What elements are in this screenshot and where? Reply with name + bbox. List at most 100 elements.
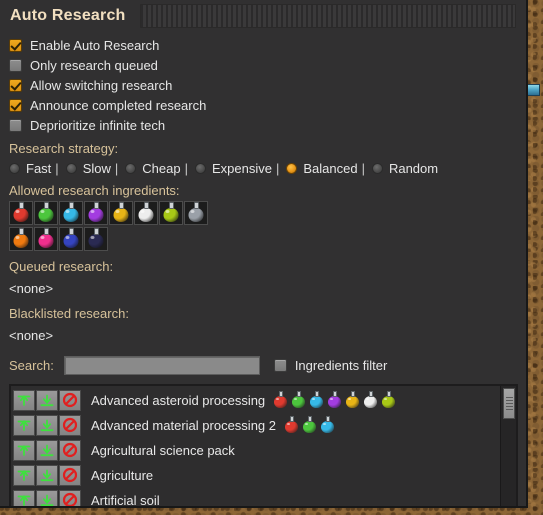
search-label: Search: xyxy=(9,357,54,373)
option-row-allow-switching-research[interactable]: Allow switching research xyxy=(9,75,526,95)
technology-name: Advanced material processing 2 xyxy=(91,417,276,433)
option-label: Deprioritize infinite tech xyxy=(30,117,166,133)
queue-top-button[interactable] xyxy=(13,464,35,486)
table-row[interactable]: Agricultural science pack xyxy=(13,438,500,462)
ingredient-logistic-science-pack[interactable] xyxy=(34,201,58,225)
technology-list-scrollbar[interactable] xyxy=(500,386,516,506)
ingredient-space-science-pack[interactable] xyxy=(84,227,108,251)
radio-label-random[interactable]: Random xyxy=(389,161,438,176)
ingredient-cryogenic-science-pack[interactable] xyxy=(34,227,58,251)
option-row-only-research-queued[interactable]: Only research queued xyxy=(9,55,526,75)
queue-top-icon xyxy=(16,468,32,483)
queue-top-icon xyxy=(16,443,32,458)
ingredient-cell xyxy=(272,390,290,410)
ingredient-cell xyxy=(344,390,362,410)
science-flask-icon xyxy=(13,208,29,222)
ingredient-promethium-science-pack[interactable] xyxy=(59,227,83,251)
checkbox-deprioritize-infinite-tech[interactable] xyxy=(9,118,22,132)
research-strategy-radios: Fast | Slow | Cheap | Expensive | Balanced | Rando… xyxy=(9,159,526,177)
blacklist-icon xyxy=(62,417,78,433)
blacklist-icon xyxy=(62,442,78,458)
option-row-enable-auto-research[interactable]: Enable Auto Research xyxy=(9,35,526,55)
option-row-announce-completed-research[interactable]: Announce completed research xyxy=(9,95,526,115)
ingredient-production-science-pack[interactable] xyxy=(109,201,133,225)
option-label: Enable Auto Research xyxy=(30,37,160,53)
queue-bottom-button[interactable] xyxy=(36,414,58,436)
radio-slow[interactable] xyxy=(65,162,77,174)
radio-balanced[interactable] xyxy=(286,162,298,174)
blacklist-button[interactable] xyxy=(59,414,81,436)
ingredient-cell xyxy=(283,415,301,435)
radio-expensive[interactable] xyxy=(194,162,206,174)
technology-list-panel: Advanced asteroid processing Advanced mat… xyxy=(9,384,518,506)
blacklist-button[interactable] xyxy=(59,489,81,506)
radio-random[interactable] xyxy=(371,162,383,174)
science-flask-icon xyxy=(38,208,54,222)
queue-bottom-button[interactable] xyxy=(36,439,58,461)
radio-separator: | xyxy=(184,160,188,176)
queue-top-icon xyxy=(16,393,32,408)
ingredient-utility-science-pack[interactable] xyxy=(134,201,158,225)
row-action-buttons xyxy=(13,389,82,411)
queue-top-button[interactable] xyxy=(13,489,35,506)
checkbox-allow-switching-research[interactable] xyxy=(9,78,22,92)
radio-label-expensive[interactable]: Expensive xyxy=(212,161,272,176)
radio-cheap[interactable] xyxy=(125,162,137,174)
option-label: Announce completed research xyxy=(30,97,207,113)
search-input[interactable] xyxy=(64,357,259,374)
queue-bottom-button[interactable] xyxy=(36,489,58,506)
queue-top-button[interactable] xyxy=(13,439,35,461)
science-flask-icon xyxy=(346,396,360,408)
option-row-deprioritize-infinite-tech[interactable]: Deprioritize infinite tech xyxy=(9,115,526,135)
table-row[interactable]: Advanced material processing 2 xyxy=(13,413,500,437)
checkbox-only-research-queued[interactable] xyxy=(9,58,22,72)
search-input-wrap[interactable] xyxy=(63,355,260,375)
radio-label-cheap[interactable]: Cheap xyxy=(142,161,180,176)
blacklist-button[interactable] xyxy=(59,439,81,461)
blacklist-button[interactable] xyxy=(59,389,81,411)
table-row[interactable]: Agriculture xyxy=(13,463,500,487)
blacklist-button[interactable] xyxy=(59,464,81,486)
ingredient-cell xyxy=(380,390,398,410)
radio-label-slow[interactable]: Slow xyxy=(83,161,111,176)
queue-top-button[interactable] xyxy=(13,414,35,436)
technology-list-rows: Advanced asteroid processing Advanced mat… xyxy=(11,386,500,506)
science-flask-icon xyxy=(310,396,324,408)
queue-top-button[interactable] xyxy=(13,389,35,411)
page-title: Auto Research xyxy=(10,6,126,24)
ingredient-military-science-pack[interactable] xyxy=(84,201,108,225)
science-flask-icon xyxy=(88,208,104,222)
ingredient-agricultural-science-pack[interactable] xyxy=(159,201,183,225)
blacklisted-research-heading: Blacklisted research: xyxy=(9,306,129,321)
ingredient-electromagnetic-science-pack[interactable] xyxy=(9,227,33,251)
technology-name: Agriculture xyxy=(91,467,154,483)
science-flask-icon xyxy=(382,396,396,408)
checkbox-announce-completed-research[interactable] xyxy=(9,98,22,112)
science-flask-icon xyxy=(63,234,79,248)
window-drag-handle[interactable] xyxy=(139,3,516,28)
ingredient-automation-science-pack[interactable] xyxy=(9,201,33,225)
table-row[interactable]: Artificial soil xyxy=(13,488,500,506)
radio-label-fast[interactable]: Fast xyxy=(26,161,51,176)
allowed-ingredients-heading: Allowed research ingredients: xyxy=(9,183,180,198)
technology-ingredients xyxy=(283,415,337,435)
science-flask-icon xyxy=(303,421,316,433)
science-flask-icon xyxy=(328,396,342,408)
queue-top-icon xyxy=(16,418,32,433)
science-flask-icon xyxy=(285,421,298,433)
queue-bottom-button[interactable] xyxy=(36,464,58,486)
radio-fast[interactable] xyxy=(9,162,20,174)
scrollbar-thumb[interactable] xyxy=(503,388,515,419)
radio-label-balanced[interactable]: Balanced xyxy=(303,161,357,176)
ingredient-chemical-science-pack[interactable] xyxy=(59,201,83,225)
ingredients-filter-checkbox[interactable] xyxy=(273,358,287,372)
science-flask-icon xyxy=(38,234,54,248)
radio-separator: | xyxy=(55,160,59,176)
table-row[interactable]: Advanced asteroid processing xyxy=(13,388,500,412)
queue-bottom-icon xyxy=(39,468,55,483)
ingredient-cell xyxy=(362,390,380,410)
allowed-ingredients-grid xyxy=(9,201,229,253)
checkbox-enable-auto-research[interactable] xyxy=(9,38,22,52)
queue-bottom-button[interactable] xyxy=(36,389,58,411)
ingredient-metallurgic-science-pack[interactable] xyxy=(184,201,208,225)
